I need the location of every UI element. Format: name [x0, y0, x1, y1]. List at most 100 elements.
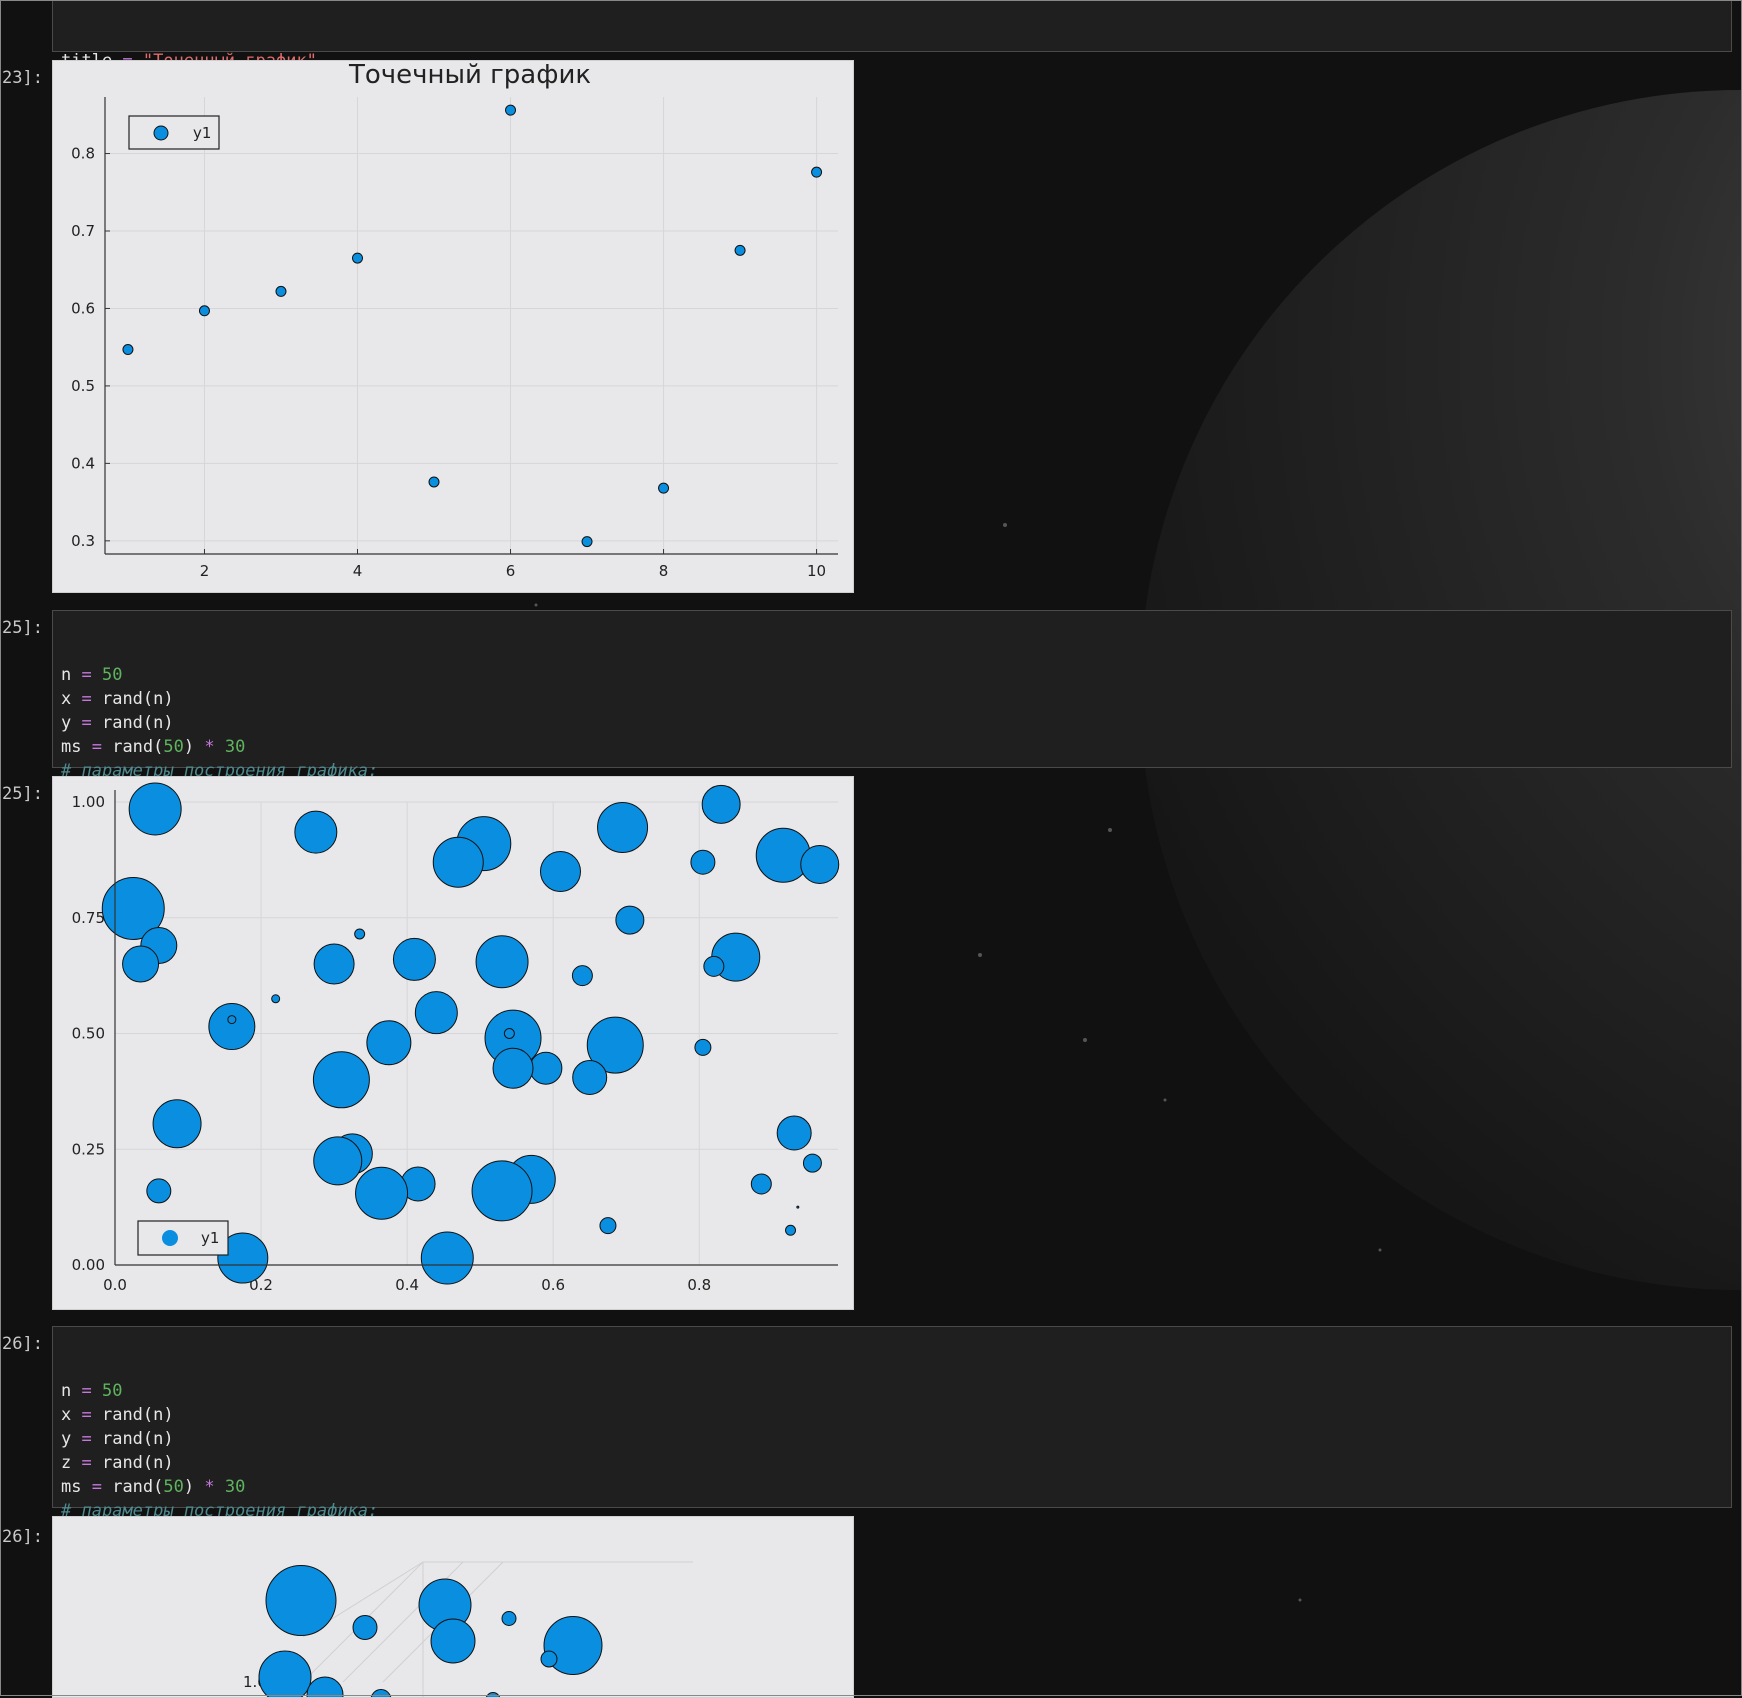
data-point	[275, 285, 287, 297]
bubble	[271, 994, 281, 1004]
code-token: ms	[61, 1477, 92, 1497]
y-tick-label: 0.75	[72, 909, 105, 927]
data-point	[658, 482, 670, 494]
bubble	[750, 1173, 772, 1195]
code-token: rand(n)	[91, 1405, 174, 1425]
bubble	[529, 1051, 563, 1085]
bubble	[703, 955, 725, 977]
code-token: rand(	[101, 1477, 164, 1497]
bubble	[597, 801, 649, 853]
code-cell-title[interactable]: title = "Точечный график")	[52, 0, 1732, 95]
bubble	[800, 845, 840, 885]
code-token: )	[183, 737, 205, 757]
bubble	[227, 1015, 237, 1025]
code-token: =	[81, 1381, 92, 1401]
x-tick-label: 8	[659, 562, 669, 580]
bubble	[313, 943, 355, 985]
bubble	[540, 1650, 558, 1668]
code-token: ms	[61, 737, 92, 757]
bubble	[352, 1615, 378, 1640]
plot-output-25: 0.0 0.2 0.4 0.6 0.8 0.00 0.25 0.50 0.75 1.00 y1	[52, 776, 854, 1310]
code-line: y = rand(n)	[61, 1427, 1723, 1451]
bubble	[571, 965, 593, 987]
y-tick-label: 0.50	[72, 1025, 105, 1043]
chart-title: Точечный график	[348, 61, 591, 90]
code-token: rand(n)	[91, 1453, 174, 1473]
code-token: =	[91, 737, 102, 757]
bubble	[615, 905, 645, 935]
plot-output-26: 1.00	[52, 1516, 854, 1698]
code-line: y = rand(n)	[61, 711, 1723, 735]
code-token: 30	[224, 737, 246, 757]
code-token: )	[183, 1477, 205, 1497]
code-token: *	[204, 1477, 215, 1497]
bubble	[776, 1115, 812, 1151]
code-token: rand(n)	[91, 713, 174, 733]
y-tick-label: 0.4	[71, 454, 95, 472]
cell-26-input-label: 26]:	[2, 1334, 43, 1354]
bubble	[366, 1020, 412, 1066]
code-token: 50	[163, 737, 184, 757]
code-line: n = 50	[61, 1379, 1723, 1403]
code-token: y	[61, 713, 82, 733]
bubble	[152, 1099, 202, 1149]
code-token: x	[61, 1405, 82, 1425]
code-line: x = rand(n)	[61, 1403, 1723, 1427]
code-token: rand(n)	[91, 689, 174, 709]
y-tick-label: 1.00	[72, 793, 105, 811]
code-token: =	[91, 1477, 102, 1497]
data-point	[734, 244, 746, 256]
bubble	[258, 1650, 312, 1697]
bubble	[492, 1047, 534, 1089]
bubble	[414, 991, 458, 1035]
code-line: ms = rand(50) * 30	[61, 735, 1723, 759]
x-tick-label: 0.8	[687, 1276, 711, 1294]
code-token: =	[81, 713, 92, 733]
code-token: =	[81, 1429, 92, 1449]
bubble	[430, 1618, 476, 1664]
code-token: 50	[163, 1477, 184, 1497]
data-point	[428, 476, 440, 488]
data-point	[811, 166, 823, 178]
x-tick-label: 0.4	[395, 1276, 419, 1294]
bubble	[294, 810, 338, 854]
code-line: x = rand(n)	[61, 687, 1723, 711]
x-tick-label: 10	[807, 562, 826, 580]
bubble	[420, 1231, 474, 1285]
y-tick-label: 0.00	[72, 1256, 105, 1274]
x-tick-label: 2	[200, 562, 210, 580]
code-token: 50	[101, 665, 123, 685]
cell-25-input-label: 25]:	[2, 618, 43, 638]
code-token: n	[61, 1381, 82, 1401]
bubble	[802, 1153, 822, 1173]
bubble	[355, 1166, 409, 1220]
bubble	[755, 827, 811, 883]
code-token: n	[61, 665, 82, 685]
y-tick-label: 0.8	[71, 145, 95, 163]
bubble	[539, 850, 581, 892]
scatter-chart-3d: 1.00	[53, 1517, 853, 1697]
y-tick-label: 0.5	[71, 377, 95, 395]
bubble	[354, 928, 366, 940]
code-line: ms = rand(50) * 30	[61, 1475, 1723, 1499]
data-point	[198, 305, 210, 317]
code-line: n = 50	[61, 663, 1723, 687]
bubble	[312, 1051, 370, 1109]
code-token: *	[204, 737, 215, 757]
code-token: =	[81, 1405, 92, 1425]
code-token: =	[81, 1453, 92, 1473]
code-token: x	[61, 689, 82, 709]
y-tick-label: 0.3	[71, 532, 95, 550]
code-cell-25[interactable]: n = 50 x = rand(n) y = rand(n) ms = rand(50…	[52, 610, 1732, 805]
code-token: z	[61, 1453, 82, 1473]
code-token: y	[61, 1429, 82, 1449]
bubble	[501, 1611, 517, 1626]
y-tick-label: 0.25	[72, 1140, 105, 1158]
bubble	[432, 836, 484, 888]
legend-marker	[162, 1230, 178, 1246]
code-cell-26[interactable]: n = 50 x = rand(n) y = rand(n) z = rand(n) m…	[52, 1326, 1732, 1545]
